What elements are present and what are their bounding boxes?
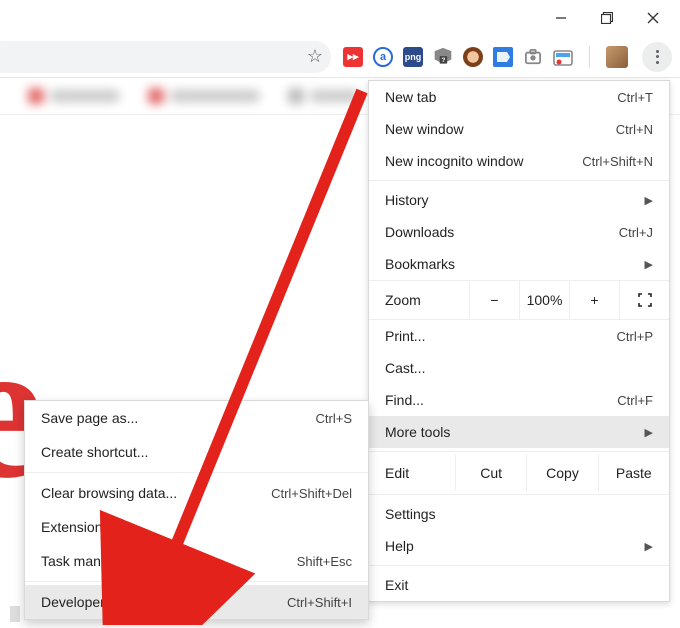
extension-icon[interactable] xyxy=(463,47,483,67)
menu-new-window[interactable]: New window Ctrl+N xyxy=(369,113,669,145)
menu-item-label: Exit xyxy=(385,577,653,593)
menu-separator xyxy=(25,472,368,473)
menu-item-label: More tools xyxy=(385,424,637,440)
menu-exit[interactable]: Exit xyxy=(369,569,669,601)
fullscreen-button[interactable] xyxy=(619,281,669,319)
menu-downloads[interactable]: Downloads Ctrl+J xyxy=(369,216,669,248)
menu-more-tools[interactable]: More tools ▶ xyxy=(369,416,669,448)
browser-toolbar: ☆ ▸▸ a png ? xyxy=(0,36,680,78)
menu-zoom-row: Zoom − 100% + xyxy=(369,280,669,320)
zoom-out-button[interactable]: − xyxy=(469,281,519,319)
profile-avatar[interactable] xyxy=(606,46,628,68)
submenu-developer-tools[interactable]: Developer tools Ctrl+Shift+I xyxy=(25,585,368,619)
menu-item-accel: Ctrl+J xyxy=(619,225,653,240)
submenu-arrow-icon: ▶ xyxy=(645,194,653,207)
address-bar[interactable]: ☆ xyxy=(0,41,331,73)
menu-item-accel: Ctrl+S xyxy=(316,411,352,426)
extension-icon[interactable]: a xyxy=(373,47,393,67)
menu-item-label: New tab xyxy=(385,89,617,105)
submenu-save-page[interactable]: Save page as... Ctrl+S xyxy=(25,401,368,435)
extension-icon[interactable] xyxy=(493,47,513,67)
submenu-extensions[interactable]: Extensions xyxy=(25,510,368,544)
menu-edit-row: Edit Cut Copy Paste xyxy=(369,455,669,491)
menu-item-label: Help xyxy=(385,538,637,554)
menu-item-label: Zoom xyxy=(369,292,469,308)
menu-item-label: Edit xyxy=(369,465,455,481)
extension-icon[interactable] xyxy=(523,47,543,67)
menu-print[interactable]: Print... Ctrl+P xyxy=(369,320,669,352)
zoom-value: 100% xyxy=(519,281,569,319)
menu-item-label: Task manager xyxy=(41,553,297,569)
menu-item-accel: Ctrl+Shift+Del xyxy=(271,486,352,501)
menu-item-label: Create shortcut... xyxy=(41,444,352,460)
minimize-button[interactable] xyxy=(538,2,584,34)
menu-item-label: Clear browsing data... xyxy=(41,485,271,501)
menu-item-accel: Ctrl+N xyxy=(616,122,653,137)
bookmark-star-icon[interactable]: ☆ xyxy=(307,46,323,67)
menu-item-label: New window xyxy=(385,121,616,137)
menu-help[interactable]: Help ▶ xyxy=(369,530,669,562)
menu-item-accel: Shift+Esc xyxy=(297,554,352,569)
extension-icon[interactable] xyxy=(553,47,573,67)
submenu-create-shortcut[interactable]: Create shortcut... xyxy=(25,435,368,469)
menu-new-incognito[interactable]: New incognito window Ctrl+Shift+N xyxy=(369,145,669,177)
menu-separator xyxy=(369,451,669,452)
submenu-arrow-icon: ▶ xyxy=(645,426,653,439)
menu-item-label: Print... xyxy=(385,328,617,344)
menu-new-tab[interactable]: New tab Ctrl+T xyxy=(369,81,669,113)
menu-settings[interactable]: Settings xyxy=(369,498,669,530)
menu-item-label: Cast... xyxy=(385,360,653,376)
more-tools-submenu: Save page as... Ctrl+S Create shortcut..… xyxy=(24,400,369,620)
edit-copy-button[interactable]: Copy xyxy=(526,455,597,491)
close-button[interactable] xyxy=(630,2,676,34)
menu-separator xyxy=(369,565,669,566)
toolbar-divider xyxy=(589,46,590,68)
page-edge xyxy=(10,606,20,622)
menu-item-label: New incognito window xyxy=(385,153,582,169)
menu-item-accel: Ctrl+T xyxy=(617,90,653,105)
window-titlebar xyxy=(0,0,680,36)
submenu-arrow-icon: ▶ xyxy=(645,258,653,271)
extension-icon[interactable]: ? xyxy=(433,47,453,67)
menu-separator xyxy=(25,581,368,582)
menu-item-label: Downloads xyxy=(385,224,619,240)
extension-icon[interactable]: ▸▸ xyxy=(343,47,363,67)
menu-cast[interactable]: Cast... xyxy=(369,352,669,384)
menu-item-accel: Ctrl+P xyxy=(617,329,653,344)
edit-cut-button[interactable]: Cut xyxy=(455,455,526,491)
maximize-button[interactable] xyxy=(584,2,630,34)
submenu-arrow-icon: ▶ xyxy=(645,540,653,553)
submenu-clear-browsing-data[interactable]: Clear browsing data... Ctrl+Shift+Del xyxy=(25,476,368,510)
submenu-task-manager[interactable]: Task manager Shift+Esc xyxy=(25,544,368,578)
extension-icon[interactable]: png xyxy=(403,47,423,67)
extensions-area: ▸▸ a png ? xyxy=(331,42,672,72)
menu-item-label: Find... xyxy=(385,392,617,408)
menu-separator xyxy=(369,180,669,181)
svg-text:?: ? xyxy=(441,57,445,64)
menu-item-label: Bookmarks xyxy=(385,256,637,272)
menu-item-accel: Ctrl+Shift+I xyxy=(287,595,352,610)
menu-item-label: History xyxy=(385,192,637,208)
menu-item-label: Save page as... xyxy=(41,410,316,426)
main-menu-button[interactable] xyxy=(642,42,672,72)
menu-item-label: Settings xyxy=(385,506,653,522)
menu-item-label: Developer tools xyxy=(41,594,287,610)
menu-item-accel: Ctrl+Shift+N xyxy=(582,154,653,169)
menu-bookmarks[interactable]: Bookmarks ▶ xyxy=(369,248,669,280)
edit-paste-button[interactable]: Paste xyxy=(598,455,669,491)
menu-item-accel: Ctrl+F xyxy=(617,393,653,408)
menu-history[interactable]: History ▶ xyxy=(369,184,669,216)
menu-separator xyxy=(369,494,669,495)
zoom-in-button[interactable]: + xyxy=(569,281,619,319)
menu-find[interactable]: Find... Ctrl+F xyxy=(369,384,669,416)
menu-item-label: Extensions xyxy=(41,519,352,535)
main-menu: New tab Ctrl+T New window Ctrl+N New inc… xyxy=(368,80,670,602)
